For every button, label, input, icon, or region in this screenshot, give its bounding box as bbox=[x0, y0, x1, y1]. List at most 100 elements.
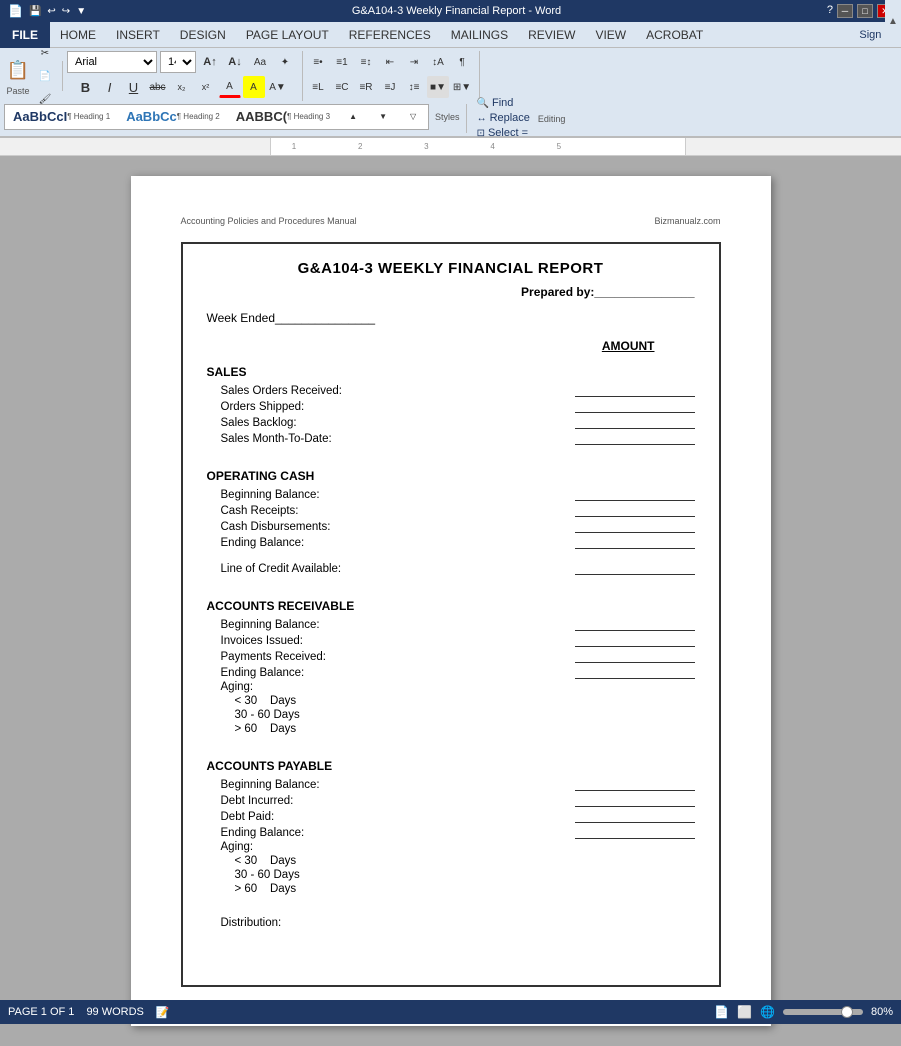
menu-acrobat[interactable]: ACROBAT bbox=[636, 22, 713, 48]
header-left: Accounting Policies and Procedures Manua… bbox=[181, 216, 357, 226]
menu-bar: FILE HOME INSERT DESIGN PAGE LAYOUT REFE… bbox=[0, 22, 901, 48]
redo-icon[interactable]: ↪ bbox=[62, 6, 70, 17]
underline-button[interactable]: U bbox=[123, 76, 145, 98]
line-ap-aging-60: 30 - 60 Days bbox=[207, 869, 695, 881]
section-operating-cash-title: OPERATING CASH bbox=[207, 469, 695, 483]
week-ended: Week Ended_______________ bbox=[207, 311, 695, 325]
page-area[interactable]: Accounting Policies and Procedures Manua… bbox=[0, 156, 901, 1046]
line-ending-balance-ap: Ending Balance: bbox=[207, 825, 695, 839]
align-center-button[interactable]: ≡C bbox=[331, 76, 353, 98]
sort-button[interactable]: ↕A bbox=[427, 51, 449, 73]
align-left-button[interactable]: ≡L bbox=[307, 76, 329, 98]
section-sales-title: SALES bbox=[207, 365, 695, 379]
search-icon: 🔍 bbox=[477, 98, 489, 109]
shading-button[interactable]: ■▼ bbox=[427, 76, 449, 98]
line-debt-paid: Debt Paid: bbox=[207, 809, 695, 823]
undo-icon[interactable]: ↩ bbox=[47, 6, 55, 17]
window-title: G&A104-3 Weekly Financial Report - Word bbox=[86, 5, 827, 17]
style-heading3[interactable]: AABBC( ¶ Heading 3 bbox=[232, 105, 334, 129]
help-button[interactable]: ? bbox=[827, 4, 833, 18]
line-credit-available: Line of Credit Available: bbox=[207, 561, 695, 575]
font-color-button[interactable]: A▼ bbox=[267, 76, 289, 98]
minimize-button[interactable]: ─ bbox=[837, 4, 853, 18]
align-right-button[interactable]: ≡R bbox=[355, 76, 377, 98]
document-page: Accounting Policies and Procedures Manua… bbox=[131, 176, 771, 1026]
font-name-select[interactable]: Arial bbox=[67, 51, 157, 73]
paragraph-group: ≡• ≡1 ≡↕ ⇤ ⇥ ↕A ¶ ≡L ≡C ≡R ≡J ↕≡ ■▼ ⊞▼ bbox=[307, 51, 480, 101]
section-ar-title: ACCOUNTS RECEIVABLE bbox=[207, 599, 695, 613]
view-web-icon[interactable]: 🌐 bbox=[760, 1005, 775, 1019]
customize-icon[interactable]: ▼ bbox=[76, 6, 86, 17]
menu-insert[interactable]: INSERT bbox=[106, 22, 170, 48]
justify-button[interactable]: ≡J bbox=[379, 76, 401, 98]
ruler-inner: 1 2 3 4 5 bbox=[270, 138, 686, 155]
style-heading1[interactable]: AaBbCcI ¶ Heading 1 bbox=[9, 105, 114, 129]
line-beginning-balance-oc: Beginning Balance: bbox=[207, 487, 695, 501]
collapse-ribbon-button[interactable]: ▲ bbox=[885, 0, 901, 42]
italic-button[interactable]: I bbox=[99, 76, 121, 98]
report-container: G&A104-3 WEEKLY FINANCIAL REPORT Prepare… bbox=[181, 242, 721, 987]
restore-button[interactable]: □ bbox=[857, 4, 873, 18]
text-color-button[interactable]: A bbox=[219, 76, 241, 98]
change-case-button[interactable]: Aa bbox=[249, 51, 271, 73]
menu-page-layout[interactable]: PAGE LAYOUT bbox=[236, 22, 339, 48]
window-controls: ? ─ □ ✕ bbox=[827, 4, 893, 18]
superscript-button[interactable]: x² bbox=[195, 76, 217, 98]
styles-scroll-down[interactable]: ▼ bbox=[372, 106, 394, 128]
view-print-icon[interactable]: 📄 bbox=[714, 1005, 729, 1019]
replace-icon: ↔ bbox=[477, 113, 487, 124]
cut-button[interactable]: ✂ bbox=[34, 42, 56, 64]
replace-button[interactable]: ↔ Replace bbox=[475, 111, 532, 125]
prepared-by: Prepared by:_______________ bbox=[207, 285, 695, 299]
grow-font-button[interactable]: A↑ bbox=[199, 51, 221, 73]
menu-references[interactable]: REFERENCES bbox=[339, 22, 441, 48]
view-fullscreen-icon[interactable]: ⬜ bbox=[737, 1005, 752, 1019]
status-right: 📄 ⬜ 🌐 80% bbox=[714, 1005, 893, 1019]
report-title: G&A104-3 WEEKLY FINANCIAL REPORT bbox=[207, 260, 695, 277]
font-group: Arial 14 A↑ A↓ Aa ✦ B I U abc x₂ x² A A … bbox=[67, 51, 303, 101]
strikethrough-button[interactable]: abc bbox=[147, 76, 169, 98]
paste-label: Paste bbox=[6, 86, 29, 96]
find-button[interactable]: 🔍 Find bbox=[475, 96, 532, 110]
subscript-button[interactable]: x₂ bbox=[171, 76, 193, 98]
increase-indent-button[interactable]: ⇥ bbox=[403, 51, 425, 73]
clear-format-button[interactable]: ✦ bbox=[274, 51, 296, 73]
zoom-slider[interactable] bbox=[783, 1009, 863, 1015]
clipboard-group: 📋 Paste ✂ 📄 🖌 bbox=[4, 61, 63, 91]
multilevel-button[interactable]: ≡↕ bbox=[355, 51, 377, 73]
styles-scroll-up[interactable]: ▲ bbox=[342, 106, 364, 128]
show-para-button[interactable]: ¶ bbox=[451, 51, 473, 73]
line-ar-aging-30: < 30 Days bbox=[207, 695, 695, 707]
line-orders-shipped: Orders Shipped: bbox=[207, 399, 695, 413]
line-spacing-button[interactable]: ↕≡ bbox=[403, 76, 425, 98]
style-heading2[interactable]: AaBbCc ¶ Heading 2 bbox=[122, 105, 224, 129]
line-ar-aging-over60: > 60 Days bbox=[207, 723, 695, 735]
paste-button[interactable]: 📋 bbox=[4, 56, 32, 84]
font-size-select[interactable]: 14 bbox=[160, 51, 196, 73]
decrease-indent-button[interactable]: ⇤ bbox=[379, 51, 401, 73]
title-bar: 📄 💾 ↩ ↪ ▼ G&A104-3 Weekly Financial Repo… bbox=[0, 0, 901, 22]
copy-button[interactable]: 📄 bbox=[34, 65, 56, 87]
page-info: PAGE 1 OF 1 bbox=[8, 1006, 74, 1018]
language-icon[interactable]: 📝 bbox=[156, 1006, 170, 1019]
menu-view[interactable]: VIEW bbox=[585, 22, 636, 48]
line-sales-month: Sales Month-To-Date: bbox=[207, 431, 695, 445]
editing-label: Editing bbox=[534, 114, 566, 124]
menu-design[interactable]: DESIGN bbox=[170, 22, 236, 48]
styles-preview: AaBbCcI ¶ Heading 1 AaBbCc ¶ Heading 2 A… bbox=[4, 104, 429, 130]
highlight-button[interactable]: A bbox=[243, 76, 265, 98]
toolbar: 📋 Paste ✂ 📄 🖌 Arial 14 A↑ A↓ Aa ✦ B I U … bbox=[0, 48, 901, 138]
borders-button[interactable]: ⊞▼ bbox=[451, 76, 473, 98]
menu-review[interactable]: REVIEW bbox=[518, 22, 585, 48]
quick-save-icon[interactable]: 💾 bbox=[29, 6, 41, 17]
menu-home[interactable]: HOME bbox=[50, 22, 106, 48]
section-ap-title: ACCOUNTS PAYABLE bbox=[207, 759, 695, 773]
numbering-button[interactable]: ≡1 bbox=[331, 51, 353, 73]
menu-mailings[interactable]: MAILINGS bbox=[441, 22, 518, 48]
bold-button[interactable]: B bbox=[75, 76, 97, 98]
bullets-button[interactable]: ≡• bbox=[307, 51, 329, 73]
styles-group: AaBbCcI ¶ Heading 1 AaBbCc ¶ Heading 2 A… bbox=[4, 104, 467, 133]
line-cash-receipts: Cash Receipts: bbox=[207, 503, 695, 517]
styles-expand[interactable]: ▽ bbox=[402, 106, 424, 128]
shrink-font-button[interactable]: A↓ bbox=[224, 51, 246, 73]
